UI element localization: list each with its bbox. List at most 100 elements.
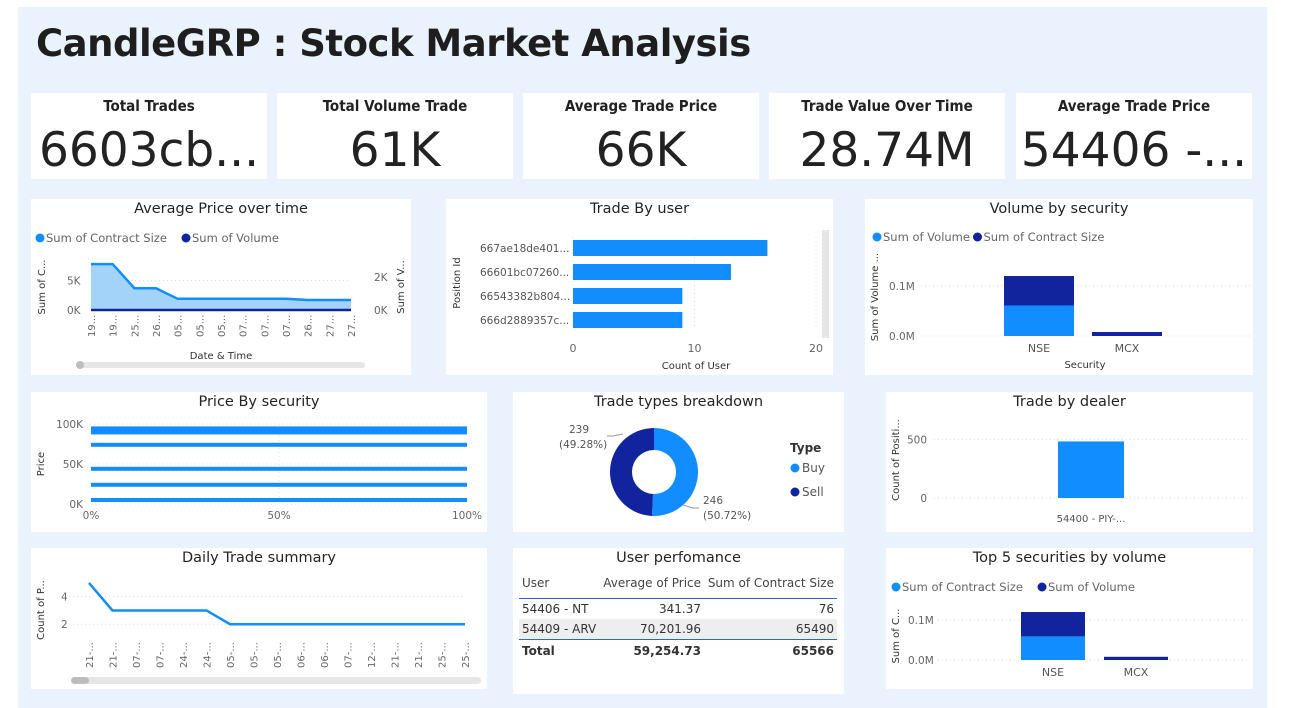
y-tick-label: 0.1M [908, 615, 934, 627]
table-cell: 341.37 [659, 602, 702, 616]
legend-marker [891, 582, 901, 592]
kpi-title: Total Volume Trade [322, 97, 468, 115]
table-cell: 70,201.96 [599, 619, 705, 640]
legend-marker [1037, 582, 1047, 592]
x-tick-label: 27... [347, 315, 358, 337]
page-title: CandleGRP : Stock Market Analysis [36, 22, 751, 65]
visual-avg-price-over-time[interactable]: Average Price over time Sum of Contract … [31, 199, 411, 375]
kpi-value: 28.74M [799, 123, 975, 178]
scrollbar-thumb [71, 677, 89, 684]
bar-segment [1104, 656, 1168, 660]
kpi-value: 61K [349, 123, 441, 178]
x-tick-label: 21-... [391, 642, 402, 668]
pie-slice [610, 428, 654, 516]
column-header[interactable]: Sum of Contract Size [704, 572, 837, 599]
legend-title: Type [790, 441, 821, 455]
leader-line [682, 504, 699, 509]
x-tick-label: 54400 - PIY-... [1057, 514, 1126, 525]
y-tick-label: 500 [907, 435, 927, 447]
kpi-card-avg-trade-price-2[interactable]: Average Trade Price 54406 -... [1016, 93, 1252, 179]
x-tick-label: 06-... [297, 642, 308, 668]
kpi-title: Trade Value Over Time [801, 97, 973, 115]
x-tick-label: MCX [1124, 666, 1149, 679]
data-label-pct: (50.72%) [703, 510, 751, 522]
legend-marker [181, 233, 191, 243]
x-axis-title: Date & Time [190, 351, 253, 362]
x-axis-title: Count of User [662, 361, 731, 372]
visual-top5-securities[interactable]: Top 5 securities by volume Sum of Contra… [886, 548, 1253, 689]
x-tick-label: 26... [152, 315, 163, 337]
bar [91, 498, 467, 502]
bar [91, 426, 467, 435]
y-tick-label: 66543382b804... [480, 291, 570, 303]
table-cell: 65566 [704, 639, 837, 661]
visual-trade-by-dealer[interactable]: Trade by dealer 500 0 54400 - PIY-... Count… [886, 392, 1253, 532]
y-axis-title: Sum of Volume ... [870, 253, 881, 341]
table-total-row: Total 59,254.73 65566 [519, 639, 837, 661]
table-row[interactable]: 54409 - ARV 70,201.96 65490 [519, 619, 837, 640]
x-tick-label: NSE [1042, 666, 1064, 679]
x-tick-label: 07... [282, 315, 293, 337]
y-right-tick-label: 0K [374, 305, 389, 317]
visual-price-by-security[interactable]: Price By security 100K 50K 0K 0% 50% 100% Pric… [31, 392, 487, 532]
x-tick-label: NSE [1028, 342, 1050, 355]
legend-marker [790, 463, 800, 473]
bar-segment [1021, 612, 1085, 637]
bar-segment [1092, 332, 1162, 336]
table-cell: 54409 - ARV [519, 619, 600, 640]
table-cell: Total [519, 639, 600, 661]
bar-segment [1004, 276, 1074, 306]
legend-label: Sum of Contract Size [46, 231, 167, 245]
table-cell: 65490 [704, 619, 837, 640]
x-tick-label: 26... [304, 315, 315, 337]
x-tick-label: 25-... [461, 642, 472, 668]
trade-by-user-chart: 0 10 20 667ae18de401... 66601bc07260... 66543… [452, 230, 829, 372]
scrollbar-track [822, 230, 829, 338]
kpi-card-total-volume[interactable]: Total Volume Trade 61K [277, 93, 513, 179]
bar [91, 482, 467, 487]
table-row[interactable]: 54406 - NT 341.37 76 [519, 599, 837, 620]
y-tick-label: 0.1M [889, 281, 915, 293]
visual-volume-by-security[interactable]: Volume by security Sum of Volume Sum of C… [865, 199, 1253, 375]
x-tick-label: 05... [195, 315, 206, 337]
bar-segment [1004, 305, 1074, 336]
kpi-title: Average Trade Price [1057, 97, 1211, 115]
y-axis-title: Count of P... [36, 580, 47, 640]
x-tick-label: 07... [260, 315, 271, 337]
column-header[interactable]: User [519, 572, 600, 599]
kpi-card-total-trades[interactable]: Total Trades 6603cb... [31, 93, 267, 179]
kpi-title: Total Trades [103, 97, 195, 115]
y-tick-label: 666d2889357c... [480, 315, 569, 327]
y-axis-title: Sum of C... [891, 609, 902, 664]
kpi-value: 6603cb... [38, 123, 260, 178]
kpi-card-avg-trade-price[interactable]: Average Trade Price 66K [523, 93, 759, 179]
legend-label: Sum of Volume [1048, 580, 1135, 594]
x-tick-label: 100% [452, 510, 482, 522]
y-tick-label: 66601bc07260... [480, 267, 569, 279]
bar [573, 312, 683, 328]
x-tick-label: 10 [688, 342, 702, 355]
top5-securities-chart: Sum of Contract Size Sum of Volume 0.1M 0.0… [891, 580, 1248, 679]
visual-daily-trade-summary[interactable]: Daily Trade summary 4 2 21-... 21-... 07-...… [31, 548, 487, 689]
x-tick-label: 06-... [320, 642, 331, 668]
visual-user-performance[interactable]: User perfomance User Average of Price Su… [513, 548, 844, 694]
legend-label: Sum of Contract Size [984, 230, 1105, 244]
column-header[interactable]: Average of Price [599, 572, 705, 599]
avg-price-chart: Sum of Contract Size Sum of Volume 5K 0K 2K 0… [35, 231, 407, 369]
daily-trade-summary-chart: 4 2 21-... 21-... 07-... 07-... 24-... 24-... 05… [36, 580, 481, 684]
user-performance-table: User Average of Price Sum of Contract Si… [519, 572, 837, 661]
bar-segment [1021, 636, 1085, 660]
legend-marker [973, 232, 982, 242]
bar [573, 264, 731, 280]
x-tick-label: MCX [1115, 342, 1140, 355]
y-tick-label: 50K [63, 459, 84, 471]
visual-trade-by-user[interactable]: Trade By user 0 10 20 667ae18de401... 66601b… [446, 199, 833, 375]
y-tick-label: 2 [61, 619, 68, 631]
x-tick-label: 27... [325, 315, 336, 337]
area-series-contract-size [91, 264, 351, 310]
y-axis-title-right: Sum of V... [396, 260, 407, 314]
kpi-card-trade-value[interactable]: Trade Value Over Time 28.74M [769, 93, 1005, 179]
y-tick-label: 4 [61, 592, 68, 604]
x-tick-label: 21-... [109, 642, 120, 668]
visual-trade-types-breakdown[interactable]: Trade types breakdown 246 (50.72%) 239 (49.… [513, 392, 844, 532]
